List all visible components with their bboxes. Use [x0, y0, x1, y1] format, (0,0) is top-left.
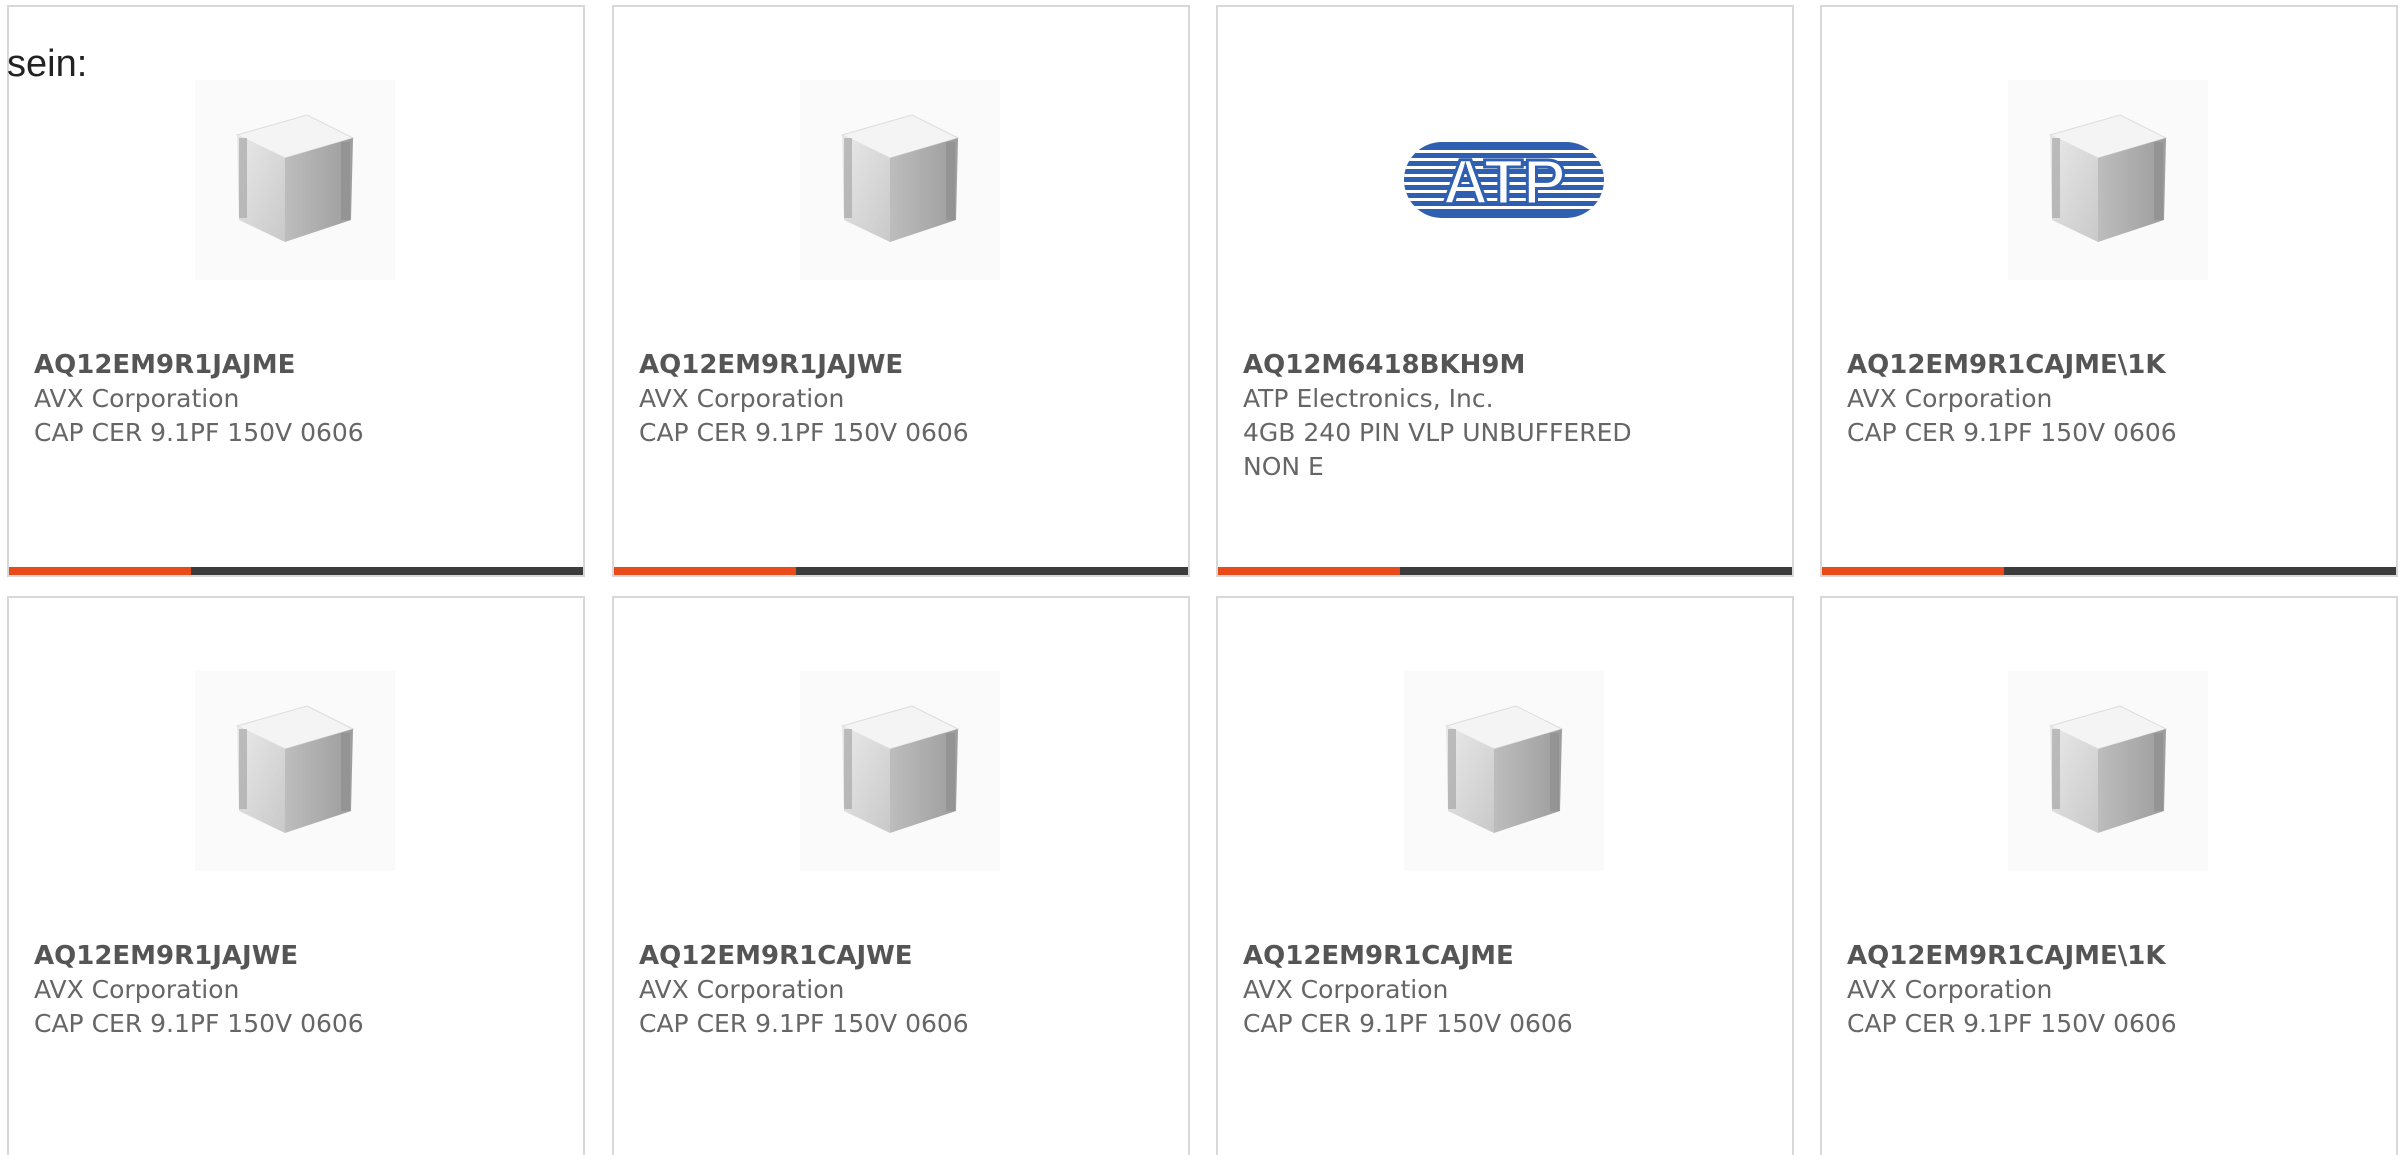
- part-number[interactable]: AQ12EM9R1JAJWE: [639, 348, 1179, 382]
- manufacturer: AVX Corporation: [1243, 975, 1449, 1004]
- card-footer-bar: [614, 567, 1188, 575]
- product-image[interactable]: [2008, 671, 2208, 871]
- product-card[interactable]: AQ12EM9R1JAJWE AVX Corporation CAP CER 9…: [612, 5, 1190, 577]
- atp-logo: ATP: [1404, 142, 1604, 220]
- ceramic-capacitor-icon: [235, 705, 355, 833]
- accent-bar: [1218, 567, 1400, 575]
- product-card[interactable]: AQ12EM9R1CAJME AVX Corporation CAP CER 9…: [1216, 596, 1794, 1155]
- part-number[interactable]: AQ12EM9R1CAJME\1K: [1847, 939, 2387, 973]
- description: CAP CER 9.1PF 150V 0606: [639, 418, 969, 447]
- manufacturer: AVX Corporation: [34, 384, 240, 413]
- product-info: AQ12M6418BKH9M ATP Electronics, Inc. 4GB…: [1243, 348, 1783, 484]
- product-card[interactable]: AQ12EM9R1CAJWE AVX Corporation CAP CER 9…: [612, 596, 1190, 1155]
- manufacturer: AVX Corporation: [1847, 384, 2053, 413]
- part-number[interactable]: AQ12EM9R1JAJME: [34, 348, 574, 382]
- product-card[interactable]: AQ12EM9R1JAJME AVX Corporation CAP CER 9…: [7, 5, 585, 577]
- description: CAP CER 9.1PF 150V 0606: [34, 1009, 364, 1038]
- product-image[interactable]: [1404, 671, 1604, 871]
- product-card[interactable]: ATP AQ12M6418BKH9M ATP Electronics, Inc.…: [1216, 5, 1794, 577]
- ceramic-capacitor-icon: [2048, 114, 2168, 242]
- card-footer-bar: [1822, 567, 2396, 575]
- product-image[interactable]: ATP: [1404, 80, 1604, 280]
- part-number[interactable]: AQ12EM9R1CAJME\1K: [1847, 348, 2387, 382]
- product-image[interactable]: [2008, 80, 2208, 280]
- manufacturer: AVX Corporation: [34, 975, 240, 1004]
- manufacturer: AVX Corporation: [639, 975, 845, 1004]
- ceramic-capacitor-icon: [840, 705, 960, 833]
- product-image[interactable]: [195, 671, 395, 871]
- description: CAP CER 9.1PF 150V 0606: [1243, 1009, 1573, 1038]
- product-info: AQ12EM9R1CAJME\1K AVX Corporation CAP CE…: [1847, 939, 2387, 1041]
- product-image[interactable]: [800, 80, 1000, 280]
- manufacturer: ATP Electronics, Inc.: [1243, 384, 1494, 413]
- description: CAP CER 9.1PF 150V 0606: [34, 418, 364, 447]
- ceramic-capacitor-icon: [235, 114, 355, 242]
- description: 4GB 240 PIN VLP UNBUFFERED NON E: [1243, 418, 1632, 481]
- product-grid-page: sein: AQ12EM9R1JAJME AVX Corporation CAP…: [0, 0, 2400, 1155]
- part-number[interactable]: AQ12EM9R1JAJWE: [34, 939, 574, 973]
- accent-bar: [614, 567, 796, 575]
- product-image[interactable]: [195, 80, 395, 280]
- product-image[interactable]: [800, 671, 1000, 871]
- section-label: sein:: [7, 43, 88, 85]
- atp-logo-text: ATP: [1442, 146, 1565, 218]
- card-footer-bar: [9, 567, 583, 575]
- manufacturer: AVX Corporation: [1847, 975, 2053, 1004]
- product-info: AQ12EM9R1JAJME AVX Corporation CAP CER 9…: [34, 348, 574, 450]
- description: CAP CER 9.1PF 150V 0606: [1847, 1009, 2177, 1038]
- accent-bar: [1822, 567, 2004, 575]
- ceramic-capacitor-icon: [840, 114, 960, 242]
- ceramic-capacitor-icon: [2048, 705, 2168, 833]
- product-info: AQ12EM9R1JAJWE AVX Corporation CAP CER 9…: [639, 348, 1179, 450]
- product-card[interactable]: AQ12EM9R1CAJME\1K AVX Corporation CAP CE…: [1820, 5, 2398, 577]
- product-info: AQ12EM9R1CAJME\1K AVX Corporation CAP CE…: [1847, 348, 2387, 450]
- part-number[interactable]: AQ12EM9R1CAJWE: [639, 939, 1179, 973]
- description: CAP CER 9.1PF 150V 0606: [1847, 418, 2177, 447]
- part-number[interactable]: AQ12M6418BKH9M: [1243, 348, 1783, 382]
- accent-bar: [9, 567, 191, 575]
- product-info: AQ12EM9R1JAJWE AVX Corporation CAP CER 9…: [34, 939, 574, 1041]
- description: CAP CER 9.1PF 150V 0606: [639, 1009, 969, 1038]
- manufacturer: AVX Corporation: [639, 384, 845, 413]
- part-number[interactable]: AQ12EM9R1CAJME: [1243, 939, 1783, 973]
- product-info: AQ12EM9R1CAJME AVX Corporation CAP CER 9…: [1243, 939, 1783, 1041]
- product-info: AQ12EM9R1CAJWE AVX Corporation CAP CER 9…: [639, 939, 1179, 1041]
- card-footer-bar: [1218, 567, 1792, 575]
- product-card[interactable]: AQ12EM9R1CAJME\1K AVX Corporation CAP CE…: [1820, 596, 2398, 1155]
- ceramic-capacitor-icon: [1444, 705, 1564, 833]
- product-card[interactable]: AQ12EM9R1JAJWE AVX Corporation CAP CER 9…: [7, 596, 585, 1155]
